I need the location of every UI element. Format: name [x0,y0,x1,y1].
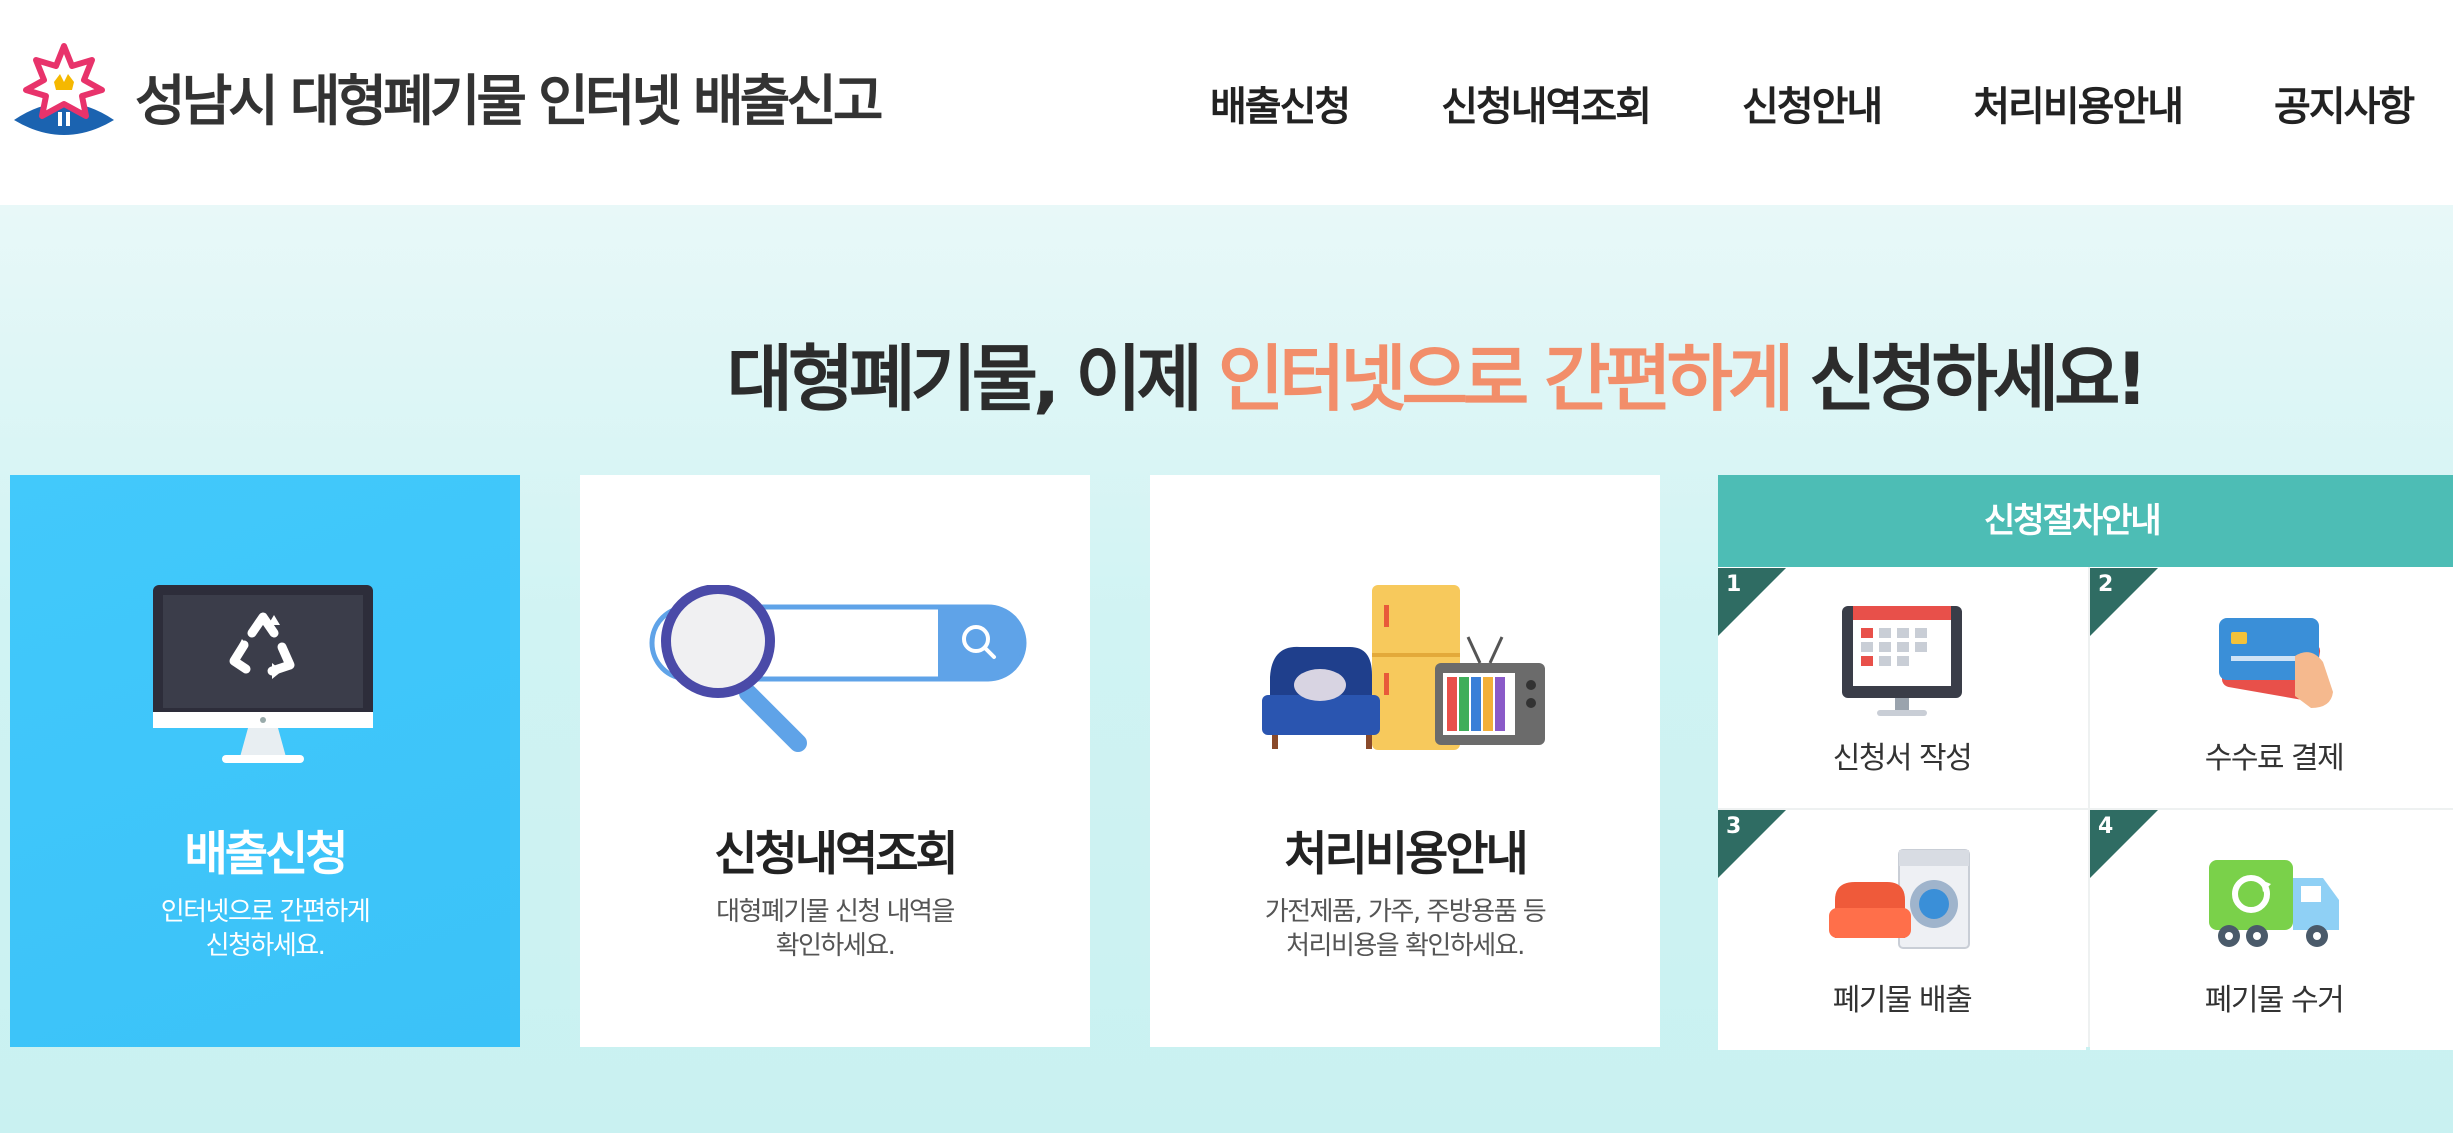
nav-item-notices[interactable]: 공지사항 [2274,74,2415,132]
site-title[interactable]: 성남시 대형폐기물 인터넷 배출신고 [135,56,883,136]
step-label: 수수료 결제 [2204,741,2345,776]
hero-heading-highlight: 인터넷으로 간편하게 [1217,337,1794,421]
card-description-line: 가전제품, 가주, 주방용품 등 [1264,897,1547,927]
hero-heading: 대형폐기물, 이제 인터넷으로 간편하게 신청하세요! [0,320,2453,425]
card-title: 배출신청 [184,827,349,882]
calendar-monitor-icon [1842,606,1962,716]
card-description: 대형폐기물 신청 내역을 확인하세요. [635,895,1035,963]
card-description: 가전제품, 가주, 주방용품 등 처리비용을 확인하세요. [1205,895,1605,963]
main-nav: 배출신청 신청내역조회 신청안내 처리비용안내 공지사항 [1210,0,2453,205]
card-title: 처리비용안내 [1284,827,1528,882]
furniture-appliance-icon [1262,585,1545,750]
site-header: 성남시 대형폐기물 인터넷 배출신고 배출신청 신청내역조회 신청안내 처리비용… [0,0,2453,205]
card-description-line: 인터넷으로 간편하게 [160,897,371,927]
card-title: 신청내역조회 [714,827,958,882]
card-disposal-request[interactable]: 배출신청 인터넷으로 간편하게 신청하세요. [10,475,520,1047]
procedure-step-1[interactable]: 1 신청서 작성 [1718,568,2086,808]
procedure-step-3[interactable]: 3 폐기물 배출 [1718,810,2086,1050]
procedure-panel: 신청절차안내 1 신청서 작성 2 수수료 결제 3 폐기물 배출 4 폐기물 … [1718,475,2453,1050]
monitor-recycle-icon [153,585,373,763]
card-description-line: 처리비용을 확인하세요. [1286,931,1525,961]
nav-item-request-history[interactable]: 신청내역조회 [1441,74,1652,132]
card-request-history[interactable]: 신청내역조회 대형폐기물 신청 내역을 확인하세요. [580,475,1090,1047]
procedure-step-4[interactable]: 4 폐기물 수거 [2090,810,2453,1050]
hero-heading-pre: 대형폐기물, 이제 [726,337,1218,421]
step-label: 폐기물 배출 [1832,983,1973,1018]
procedure-divider [1718,808,2453,810]
step-number: 3 [1726,814,1742,839]
step-number: 4 [2098,814,2114,839]
hero-heading-post: 신청하세요! [1789,337,2148,421]
magnifier-search-icon [649,585,1027,752]
seongnam-logo-icon[interactable] [10,38,118,142]
procedure-title: 신청절차안내 [1718,475,2453,567]
nav-item-request-guide[interactable]: 신청안내 [1742,74,1883,132]
card-description: 인터넷으로 간편하게 신청하세요. [65,895,465,963]
step-label: 신청서 작성 [1832,741,1973,776]
card-cost-guide[interactable]: 처리비용안내 가전제품, 가주, 주방용품 등 처리비용을 확인하세요. [1150,475,1660,1047]
step-number: 1 [1726,572,1742,597]
procedure-step-2[interactable]: 2 수수료 결제 [2090,568,2453,808]
sofa-washer-icon [1829,849,1970,949]
credit-card-icon [2219,618,2333,708]
nav-item-disposal-request[interactable]: 배출신청 [1210,74,1351,132]
card-description-line: 대형폐기물 신청 내역을 [716,897,955,927]
card-description-line: 확인하세요. [775,931,896,961]
procedure-divider [2088,567,2090,1047]
step-number: 2 [2098,572,2114,597]
card-description-line: 신청하세요. [205,931,326,961]
hero-section: 대형폐기물, 이제 인터넷으로 간편하게 신청하세요! 배출신청 인터넷으로 간… [0,205,2453,1133]
step-label: 폐기물 수거 [2204,983,2345,1018]
nav-item-cost-guide[interactable]: 처리비용안내 [1973,74,2184,132]
recycle-truck-icon [2209,860,2339,947]
